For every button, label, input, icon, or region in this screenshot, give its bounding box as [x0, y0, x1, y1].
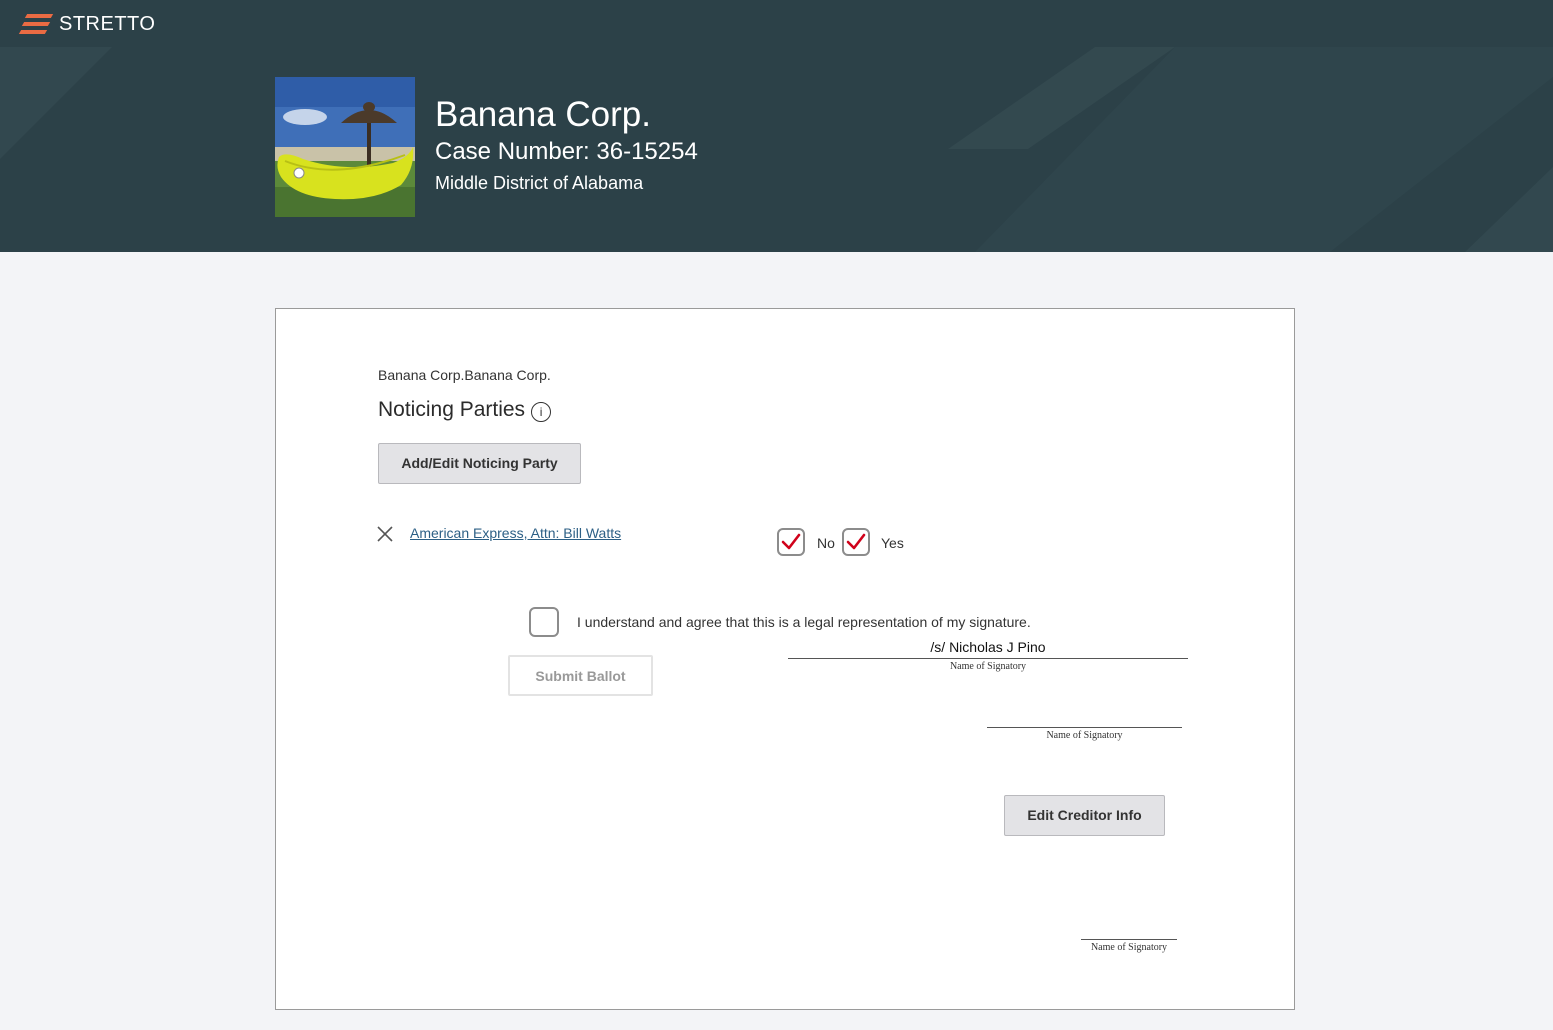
checkmark-icon: [781, 533, 801, 550]
signature-line: [788, 658, 1188, 659]
section-title-text: Noticing Parties: [378, 398, 526, 421]
signature-line: [1081, 939, 1177, 940]
yes-checkbox[interactable]: [842, 528, 870, 556]
agree-checkbox[interactable]: [529, 607, 559, 637]
edit-creditor-info-button[interactable]: Edit Creditor Info: [1004, 795, 1165, 836]
no-label: No: [817, 535, 835, 551]
submit-ballot-button[interactable]: Submit Ballot: [508, 655, 653, 696]
header-background-pattern: [0, 47, 1553, 252]
case-number: Case Number: 36-15254: [435, 138, 698, 165]
yes-label: Yes: [881, 535, 904, 551]
signature-line: [987, 727, 1182, 728]
signatory-caption: Name of Signatory: [1090, 942, 1168, 953]
stretto-logo[interactable]: STRETTO: [18, 12, 156, 35]
brand-name: STRETTO: [59, 12, 156, 35]
add-edit-noticing-party-button[interactable]: Add/Edit Noticing Party: [378, 443, 581, 484]
top-bar: STRETTO: [0, 0, 1553, 47]
signatory-caption: Name of Signatory: [1046, 730, 1123, 741]
agreement-text: I understand and agree that this is a le…: [577, 614, 1031, 630]
noticing-party-link[interactable]: American Express, Attn: Bill Watts: [410, 525, 621, 541]
court-district: Middle District of Alabama: [435, 173, 644, 193]
close-icon[interactable]: [376, 525, 394, 543]
form-subtitle: Banana Corp.Banana Corp.: [378, 367, 551, 383]
info-icon[interactable]: i: [531, 402, 552, 422]
company-title: Banana Corp.: [435, 95, 651, 134]
company-image: [275, 77, 415, 217]
stretto-logo-icon: [18, 13, 54, 35]
section-title: Noticing Parties i: [378, 398, 552, 422]
signature-value: /s/ Nicholas J Pino: [930, 639, 1046, 655]
no-checkbox[interactable]: [777, 528, 805, 556]
ballot-form-card: Banana Corp.Banana Corp. Noticing Partie…: [275, 308, 1295, 1010]
checkmark-icon: [846, 533, 866, 550]
signatory-caption: Name of Signatory: [949, 661, 1027, 672]
case-header: Banana Corp. Case Number: 36-15254 Middl…: [0, 47, 1553, 252]
